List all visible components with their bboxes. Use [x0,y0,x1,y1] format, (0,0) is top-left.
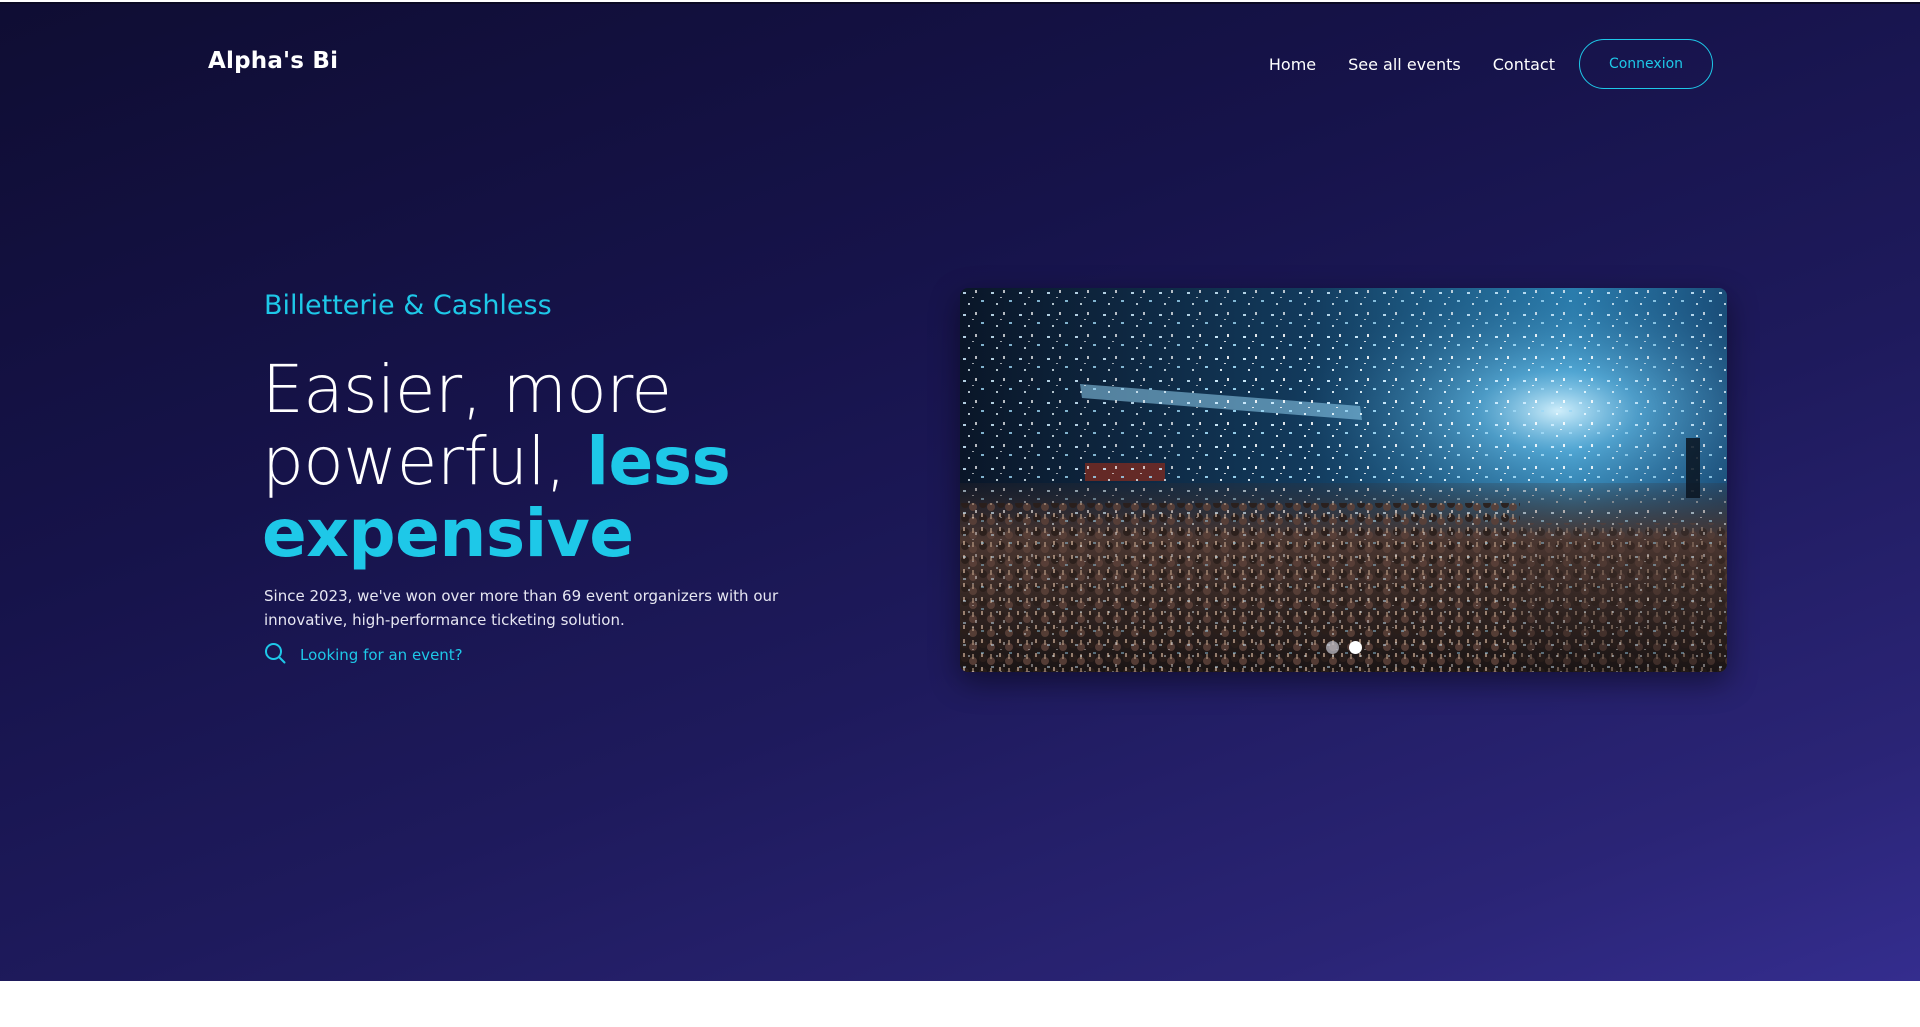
nav-home[interactable]: Home [1269,55,1316,74]
nav-see-all-events[interactable]: See all events [1348,55,1461,74]
top-border [0,2,1920,4]
headline-accent-expensive: expensive [262,495,634,572]
headline-line-2: powerful, less [262,426,822,498]
headline-line-2-plain: powerful, [262,423,587,500]
carousel-dot-2[interactable] [1348,641,1362,654]
brand-logo[interactable]: Alpha's Bi [208,48,338,74]
search-icon [264,642,300,668]
hero-section: Alpha's Bi Home See all events Contact C… [0,2,1920,981]
connexion-button[interactable]: Connexion [1579,39,1713,89]
event-carousel[interactable] [960,288,1727,672]
headline-accent-less: less [586,423,731,500]
carousel-dot-1[interactable] [1325,641,1339,654]
nav-contact[interactable]: Contact [1493,55,1555,74]
hero-eyebrow: Billetterie & Cashless [264,290,552,321]
hero-headline: Easier, more powerful, less expensive [262,354,822,570]
search-event-label: Looking for an event? [300,646,463,664]
main-nav: Home See all events Contact Connexion [1269,39,1713,89]
search-event-link[interactable]: Looking for an event? [264,642,463,668]
concert-crowd-image [960,288,1727,672]
hero-description: Since 2023, we've won over more than 69 … [264,587,779,629]
headline-line-1: Easier, more [262,351,672,428]
carousel-dots [960,641,1727,654]
